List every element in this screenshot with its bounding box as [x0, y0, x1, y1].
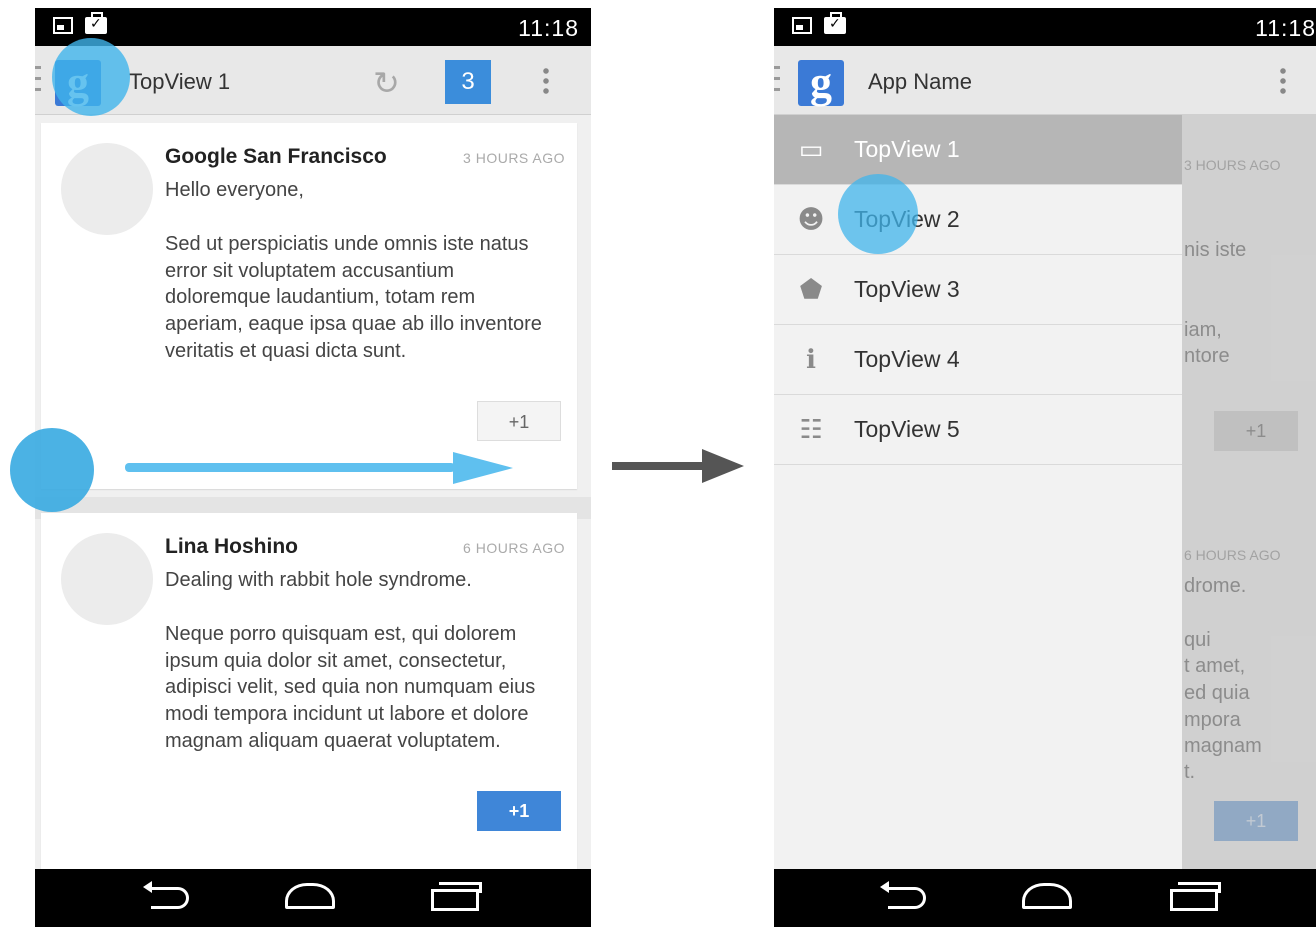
drawer-item-label: TopView 1 — [854, 136, 960, 162]
status-clock: 11:18 — [1255, 15, 1316, 41]
post-feed: Google San Francisco 3 HOURS AGO Hello e… — [35, 115, 591, 873]
status-clock: 11:18 — [518, 15, 579, 41]
action-bar-title: App Name — [868, 69, 972, 94]
status-bar: 11:18 — [35, 8, 591, 46]
avatar — [61, 533, 153, 625]
recent-apps-icon[interactable] — [1170, 882, 1221, 911]
transition-arrow-line — [612, 462, 706, 470]
phone-screen-after: 11:18 g App Name 3 HOURS AGO nis iste ia… — [774, 8, 1316, 927]
post-author: Google San Francisco — [165, 145, 387, 168]
home-icon[interactable] — [1022, 883, 1072, 909]
back-icon[interactable] — [880, 881, 926, 909]
post-author: Lina Hoshino — [165, 535, 298, 558]
transition-arrow-icon — [702, 449, 744, 483]
picture-notification-icon — [792, 17, 812, 34]
drawer-item-label: TopView 3 — [854, 276, 960, 302]
notification-badge[interactable]: 3 — [445, 60, 491, 104]
navigation-drawer: ▭ TopView 1 ☻ TopView 2 ⬟ TopView 3 ℹ To… — [774, 115, 1182, 869]
drawer-item-label: TopView 4 — [854, 346, 960, 372]
post-greeting: Dealing with rabbit hole syndrome. — [165, 569, 472, 591]
drawer-item-topview-5[interactable]: ☷ TopView 5 — [774, 395, 1182, 465]
swipe-start-indicator — [10, 428, 94, 512]
plus-one-button[interactable]: +1 — [477, 791, 561, 831]
post-time: 6 HOURS AGO — [463, 540, 565, 556]
app-logo-icon[interactable]: g — [798, 58, 844, 107]
swipe-arrow-head-icon — [453, 452, 513, 484]
avatar — [61, 143, 153, 235]
post-card: Google San Francisco 3 HOURS AGO Hello e… — [41, 123, 577, 489]
navigation-bar — [35, 869, 591, 927]
drawer-item-topview-1[interactable]: ▭ TopView 1 — [774, 115, 1182, 185]
overflow-menu-icon[interactable] — [543, 66, 549, 96]
picture-notification-icon — [53, 17, 73, 34]
drawer-indicator-icon[interactable] — [35, 66, 41, 96]
people-icon: ☻ — [797, 205, 825, 235]
back-icon[interactable] — [143, 881, 189, 909]
info-icon: ℹ — [806, 345, 816, 375]
swipe-arrow-line — [125, 463, 455, 472]
drawer-item-label: TopView 5 — [854, 416, 960, 442]
drawer-item-topview-2[interactable]: ☻ TopView 2 — [774, 185, 1182, 255]
post-card: Lina Hoshino 6 HOURS AGO Dealing with ra… — [41, 513, 577, 873]
navigation-bar — [774, 869, 1316, 927]
plus-one-button[interactable]: +1 — [477, 401, 561, 441]
inbox-icon: ▭ — [798, 135, 824, 165]
action-bar-title: TopView 1 — [129, 69, 231, 94]
calendar-notification-icon — [824, 12, 846, 34]
drawer-indicator-icon[interactable] — [774, 66, 780, 96]
calendar-notification-icon — [85, 12, 107, 34]
post-body: Sed ut perspiciatis unde omnis iste natu… — [165, 233, 542, 362]
post-body: Neque porro quisquam est, qui dolorem ip… — [165, 623, 536, 752]
home-icon[interactable] — [285, 883, 335, 909]
post-time: 3 HOURS AGO — [463, 150, 565, 166]
refresh-icon[interactable]: ↻ — [373, 64, 400, 102]
overflow-menu-icon[interactable] — [1280, 66, 1286, 96]
drawer-item-topview-3[interactable]: ⬟ TopView 3 — [774, 255, 1182, 325]
chat-icon: ☷ — [799, 415, 823, 445]
action-bar: g App Name — [774, 46, 1316, 115]
status-bar: 11:18 — [774, 8, 1316, 46]
tap-indicator — [838, 174, 918, 254]
tag-icon: ⬟ — [799, 275, 823, 305]
tap-indicator — [52, 38, 130, 116]
drawer-item-topview-4[interactable]: ℹ TopView 4 — [774, 325, 1182, 395]
post-greeting: Hello everyone, — [165, 179, 304, 201]
recent-apps-icon[interactable] — [431, 882, 482, 911]
